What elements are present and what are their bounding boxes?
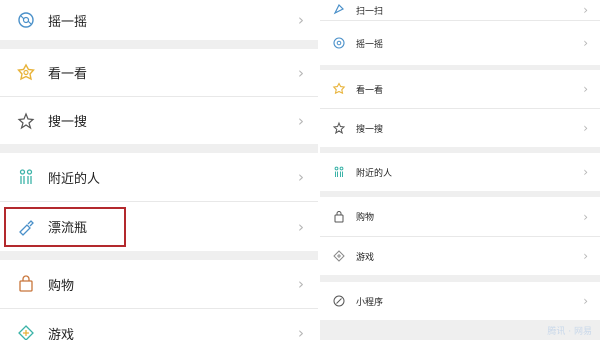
chevron-right-icon: › (583, 249, 588, 263)
right-item-mini-program-label: 小程序 (356, 297, 384, 308)
left-item-game-label: 游戏 (48, 327, 75, 340)
chevron-right-icon: › (583, 3, 588, 17)
left-item-drift-bottle[interactable]: 漂流瓶 › (0, 202, 318, 251)
right-item-game-label: 游戏 (356, 252, 375, 263)
search-star-icon (16, 111, 36, 131)
left-item-shopping-label: 购物 (48, 278, 75, 294)
scan-icon (332, 3, 346, 17)
chevron-right-icon: › (583, 121, 588, 135)
right-item-scan-label: 扫一扫 (356, 6, 384, 17)
left-item-shake[interactable]: 摇一摇 › (0, 0, 318, 40)
people-nearby-icon (332, 165, 346, 179)
left-item-shopping[interactable]: 购物 › (0, 260, 318, 308)
look-icon (332, 82, 346, 96)
game-icon (332, 249, 346, 263)
chevron-right-icon: › (298, 168, 304, 186)
left-item-search-label: 搜一搜 (48, 115, 88, 130)
left-item-game[interactable]: 游戏 › (0, 309, 318, 340)
chevron-right-icon: › (298, 324, 304, 340)
chevron-right-icon: › (583, 36, 588, 50)
right-item-look-label: 看一看 (356, 85, 384, 96)
chevron-right-icon: › (298, 11, 304, 29)
shopping-bag-icon (332, 210, 346, 224)
shopping-bag-icon (16, 274, 36, 294)
shake-icon (332, 36, 346, 50)
chevron-right-icon: › (298, 111, 304, 130)
left-item-shake-label: 摇一摇 (48, 14, 88, 30)
right-item-scan[interactable]: 扫一扫 › (320, 0, 600, 20)
left-item-drift-bottle-label: 漂流瓶 (48, 221, 88, 236)
right-item-search[interactable]: 搜一搜 › (320, 109, 600, 147)
drift-bottle-icon (16, 217, 36, 237)
right-item-people-nearby[interactable]: 附近的人 › (320, 153, 600, 191)
chevron-right-icon: › (583, 82, 588, 96)
right-item-search-label: 搜一搜 (356, 124, 384, 135)
left-item-search[interactable]: 搜一搜 › (0, 97, 318, 144)
chevron-right-icon: › (298, 275, 304, 293)
look-icon (16, 63, 36, 83)
watermark-text: 腾讯 · 网易 (547, 327, 592, 337)
right-item-game[interactable]: 游戏 › (320, 237, 600, 275)
right-item-people-nearby-label: 附近的人 (356, 168, 393, 179)
chevron-right-icon: › (583, 209, 588, 224)
shake-icon (16, 10, 36, 30)
chevron-right-icon: › (583, 165, 588, 179)
right-item-look[interactable]: 看一看 › (320, 70, 600, 108)
right-item-shake[interactable]: 摇一摇 › (320, 21, 600, 65)
chevron-right-icon: › (298, 217, 304, 236)
right-item-shopping[interactable]: 购物 › (320, 197, 600, 236)
right-item-shake-label: 摇一摇 (356, 39, 384, 50)
right-item-mini-program[interactable]: 小程序 › (320, 282, 600, 320)
right-discover-panel: 扫一扫 › 摇一摇 › 看一看 › 搜一搜 › 附近的人 › 购物 › 游戏 ›… (320, 0, 600, 340)
mini-program-icon (332, 294, 346, 308)
game-icon (16, 323, 36, 340)
right-item-shopping-label: 购物 (356, 213, 375, 223)
left-item-people-nearby-label: 附近的人 (48, 171, 101, 187)
search-star-icon (332, 121, 346, 135)
left-item-look-label: 看一看 (48, 67, 88, 82)
chevron-right-icon: › (298, 63, 304, 82)
left-discover-panel: 摇一摇 › 看一看 › 搜一搜 › 附近的人 › 漂流瓶 › 购物 › 游戏 › (0, 0, 318, 340)
left-item-people-nearby[interactable]: 附近的人 › (0, 153, 318, 201)
chevron-right-icon: › (583, 294, 588, 308)
left-item-look[interactable]: 看一看 › (0, 49, 318, 96)
people-nearby-icon (16, 167, 36, 187)
